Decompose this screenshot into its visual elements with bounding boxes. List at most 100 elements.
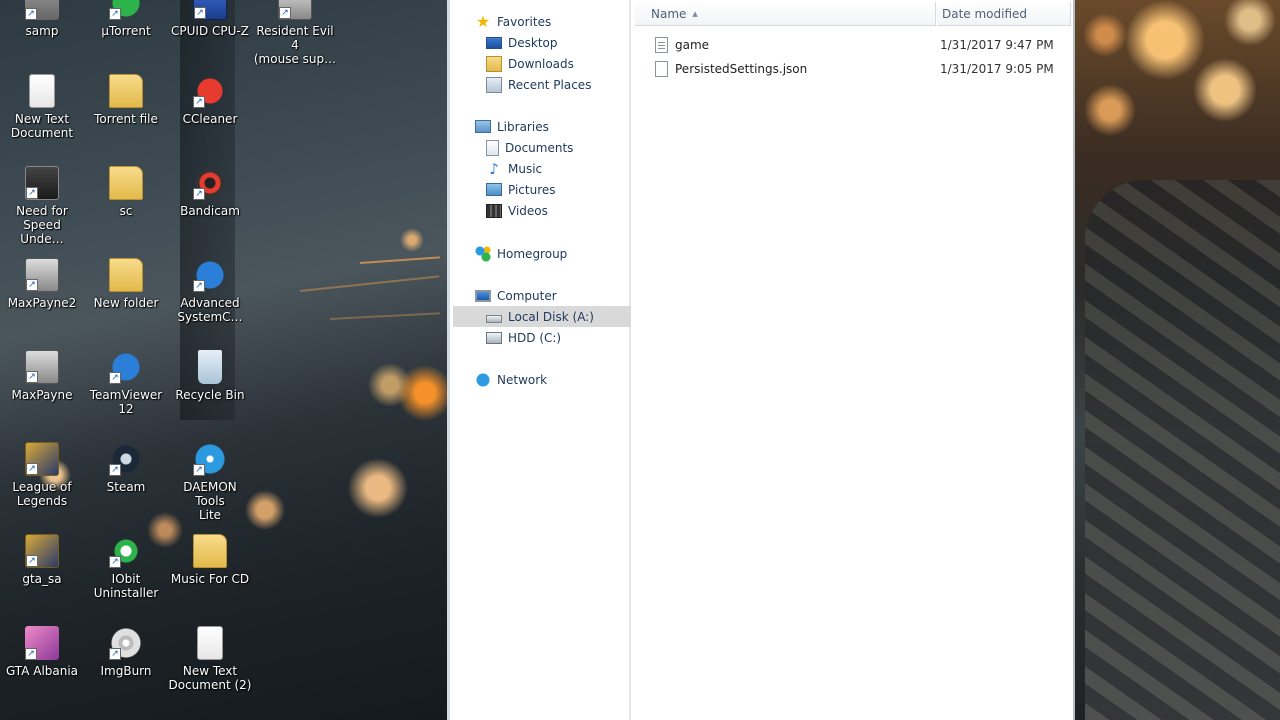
desktop-icon-bandicam[interactable]: ↗ Bandicam — [168, 166, 252, 218]
file-row-game[interactable]: game 1/31/2017 9:47 PM — [635, 34, 1071, 56]
nav-item-label: Desktop — [508, 35, 558, 50]
nav-item-label: HDD (C:) — [508, 330, 562, 345]
desktop-icon-iobit-uninstaller[interactable]: ↗ IObit Uninstaller — [84, 534, 168, 600]
desktop-icon-gta-sa[interactable]: ↗ gta_sa — [0, 534, 84, 586]
computer-icon — [475, 289, 491, 302]
nav-item-music[interactable]: ♪ Music — [453, 158, 631, 179]
desktop-icon-new-folder[interactable]: New folder — [84, 258, 168, 310]
folder-icon — [109, 74, 143, 108]
desktop-icon-daemon-tools[interactable]: ↗ DAEMON Tools Lite — [168, 442, 252, 522]
downloads-folder-icon — [486, 55, 502, 72]
nav-item-hdd-c[interactable]: HDD (C:) — [453, 327, 631, 348]
folder-icon — [193, 534, 227, 568]
file-name: PersistedSettings.json — [675, 62, 808, 76]
desktop-icon-need-for-speed[interactable]: ↗ Need for Speed Unde… — [0, 166, 84, 246]
desktop-icon-label: IObit Uninstaller — [93, 572, 159, 600]
desktop-icon-label: Recycle Bin — [175, 388, 245, 402]
desktop-icon-music-for-cd[interactable]: Music For CD — [168, 534, 252, 586]
samp-icon: ↗ — [25, 0, 59, 20]
file-row-persisted-settings[interactable]: PersistedSettings.json 1/31/2017 9:05 PM — [635, 58, 1071, 80]
nav-item-libraries[interactable]: Libraries — [453, 116, 631, 137]
desktop-icon-imgburn[interactable]: ↗ ImgBurn — [84, 626, 168, 678]
desktop-icon-samp[interactable]: ↗ samp — [0, 0, 84, 38]
gta-sa-icon: ↗ — [25, 534, 59, 568]
file-date-modified: 1/31/2017 9:47 PM — [940, 38, 1054, 52]
daemon-tools-icon: ↗ — [193, 442, 227, 476]
wallpaper-soldier-figure — [1085, 180, 1280, 720]
nav-item-videos[interactable]: Videos — [453, 200, 631, 221]
desktop-icon-label: Bandicam — [180, 204, 240, 218]
desktop-icon — [486, 37, 502, 49]
steam-icon: ↗ — [109, 442, 143, 476]
desktop-icon-maxpayne[interactable]: ↗ MaxPayne — [0, 350, 84, 402]
music-note-icon: ♪ — [489, 159, 499, 178]
desktop-icon-label: TeamViewer 12 — [89, 388, 163, 416]
nav-item-homegroup[interactable]: Homegroup — [453, 243, 631, 264]
text-document-icon — [197, 626, 223, 660]
column-header-name[interactable]: Name ▲ — [635, 2, 936, 26]
desktop-icon-ccleaner[interactable]: ↗ CCleaner — [168, 74, 252, 126]
explorer-window: ★ Favorites Desktop Downloads Recent Pla… — [447, 0, 1075, 720]
desktop-icon-new-text-document-2[interactable]: New Text Document (2) — [168, 626, 252, 692]
column-header-label: Name — [651, 6, 687, 21]
desktop-icon-label: samp — [25, 24, 59, 38]
nav-item-downloads[interactable]: Downloads — [453, 53, 631, 74]
folder-icon — [109, 166, 143, 200]
nav-item-label: Computer — [497, 288, 557, 303]
desktop-icon-label: Advanced SystemC… — [177, 296, 243, 324]
videos-icon — [486, 203, 502, 218]
advanced-systemcare-icon: ↗ — [193, 258, 227, 292]
navigation-pane: ★ Favorites Desktop Downloads Recent Pla… — [453, 0, 631, 720]
desktop-icon-teamviewer[interactable]: ↗ TeamViewer 12 — [84, 350, 168, 416]
desktop-wallpaper-right — [1075, 0, 1280, 720]
nav-item-desktop[interactable]: Desktop — [453, 32, 631, 53]
desktop-icon-cpuz[interactable]: ↗ CPUID CPU-Z — [168, 0, 252, 38]
bandicam-icon: ↗ — [193, 166, 227, 200]
desktop-icon-utorrent[interactable]: ↗ µTorrent — [84, 0, 168, 38]
nav-item-local-disk-a[interactable]: Local Disk (A:) — [453, 306, 631, 327]
nav-item-documents[interactable]: Documents — [453, 137, 631, 158]
desktop-icon-label: Resident Evil 4 (mouse sup… — [253, 24, 337, 66]
recycle-bin-icon — [198, 350, 222, 384]
nav-item-label: Local Disk (A:) — [508, 309, 594, 324]
desktop-icon-label: New folder — [93, 296, 159, 310]
desktop-icon-advanced-systemcare[interactable]: ↗ Advanced SystemC… — [168, 258, 252, 324]
desktop-icon-torrent-file[interactable]: Torrent file — [84, 74, 168, 126]
desktop-icon-resident-evil-4[interactable]: ↗ Resident Evil 4 (mouse sup… — [252, 0, 338, 66]
file-list-pane: Name ▲ Date modified game 1/31/2017 9:47… — [633, 0, 1073, 720]
nav-item-network[interactable]: Network — [453, 369, 631, 390]
nav-item-computer[interactable]: Computer — [453, 285, 631, 306]
nav-item-label: Favorites — [497, 14, 552, 29]
nav-item-label: Homegroup — [497, 246, 568, 261]
desktop-icon-label: GTA Albania — [5, 664, 79, 678]
column-header-label: Date modified — [942, 6, 1028, 21]
desktop-icon-sc[interactable]: sc — [84, 166, 168, 218]
desktop-icon-label: gta_sa — [22, 572, 62, 586]
desktop-icon-label: League of Legends — [12, 480, 72, 508]
desktop-icon-label: MaxPayne2 — [7, 296, 77, 310]
desktop-icon-steam[interactable]: ↗ Steam — [84, 442, 168, 494]
imgburn-icon: ↗ — [109, 626, 143, 660]
nav-item-pictures[interactable]: Pictures — [453, 179, 631, 200]
desktop-icon-label: Music For CD — [170, 572, 250, 586]
teamviewer-icon: ↗ — [109, 350, 143, 384]
desktop-icon-recycle-bin[interactable]: Recycle Bin — [168, 350, 252, 402]
wallpaper-light-streak — [299, 275, 440, 292]
desktop-icon-maxpayne2[interactable]: ↗ MaxPayne2 — [0, 258, 84, 310]
nav-item-favorites[interactable]: ★ Favorites — [453, 11, 631, 32]
need-for-speed-icon: ↗ — [25, 166, 59, 200]
desktop-icon-gta-albania[interactable]: ↗ GTA Albania — [0, 626, 84, 678]
nav-item-recent-places[interactable]: Recent Places — [453, 74, 631, 95]
nav-item-label: Network — [497, 372, 548, 387]
file-name: game — [675, 38, 710, 52]
resident-evil-icon: ↗ — [278, 0, 312, 20]
desktop-icon-league-of-legends[interactable]: ↗ League of Legends — [0, 442, 84, 508]
column-header-date-modified[interactable]: Date modified — [937, 2, 1071, 26]
config-file-icon — [655, 37, 668, 53]
desktop-icon-label: CCleaner — [182, 112, 238, 126]
documents-icon — [486, 139, 499, 156]
desktop-icon-new-text-document[interactable]: New Text Document — [0, 74, 84, 140]
gta-albania-icon: ↗ — [25, 626, 59, 660]
cpuz-icon: ↗ — [193, 0, 227, 20]
libraries-icon — [475, 120, 491, 133]
